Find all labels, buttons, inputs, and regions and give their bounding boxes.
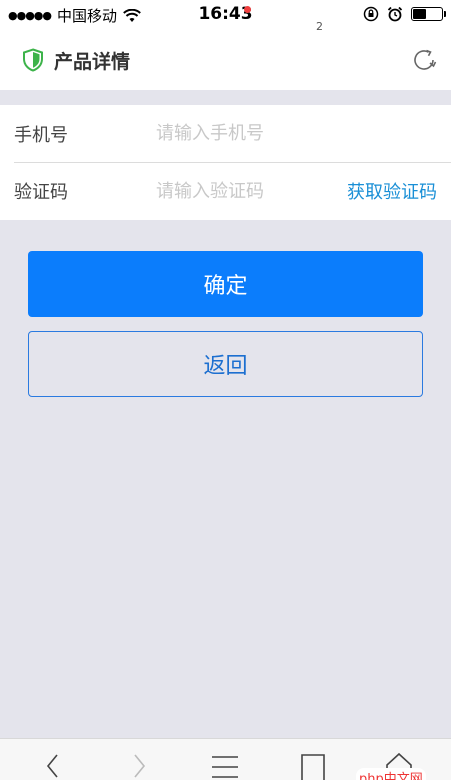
menu-notification-dot — [244, 6, 251, 13]
rotation-lock-icon — [363, 6, 379, 22]
confirm-button[interactable]: 确定 — [28, 251, 423, 317]
back-arrow-icon[interactable] — [38, 751, 68, 780]
page-title: 产品详情 — [54, 50, 131, 73]
back-button[interactable]: 返回 — [28, 331, 423, 397]
refresh-icon[interactable] — [411, 47, 437, 73]
alarm-icon — [387, 6, 403, 22]
menu-icon[interactable] — [210, 751, 240, 780]
battery-icon — [411, 7, 446, 21]
phone-row: 手机号 — [0, 105, 451, 162]
screen: ●●●●● 中国移动 16:43 产品详情 手机号 请输入手机号 验证码 请输入… — [0, 0, 451, 780]
code-input[interactable] — [156, 180, 326, 202]
login-form: 手机号 验证码 获取验证码 — [0, 105, 451, 220]
tabs-icon[interactable] — [298, 751, 328, 780]
forward-arrow-icon[interactable] — [124, 751, 154, 780]
phone-label: 手机号 — [14, 124, 68, 146]
status-right — [363, 6, 446, 22]
battery-level — [413, 9, 426, 19]
app-header: 产品详情 — [0, 30, 451, 90]
get-code-button[interactable]: 获取验证码 — [347, 178, 437, 204]
code-row: 验证码 获取验证码 — [14, 162, 451, 219]
shield-icon — [23, 48, 43, 72]
watermark-logo: php中文网 — [356, 768, 426, 780]
tab-count-badge: 2 — [316, 20, 323, 33]
phone-input[interactable] — [156, 123, 326, 144]
status-bar: ●●●●● 中国移动 16:43 — [0, 0, 451, 30]
code-label: 验证码 — [14, 182, 68, 203]
